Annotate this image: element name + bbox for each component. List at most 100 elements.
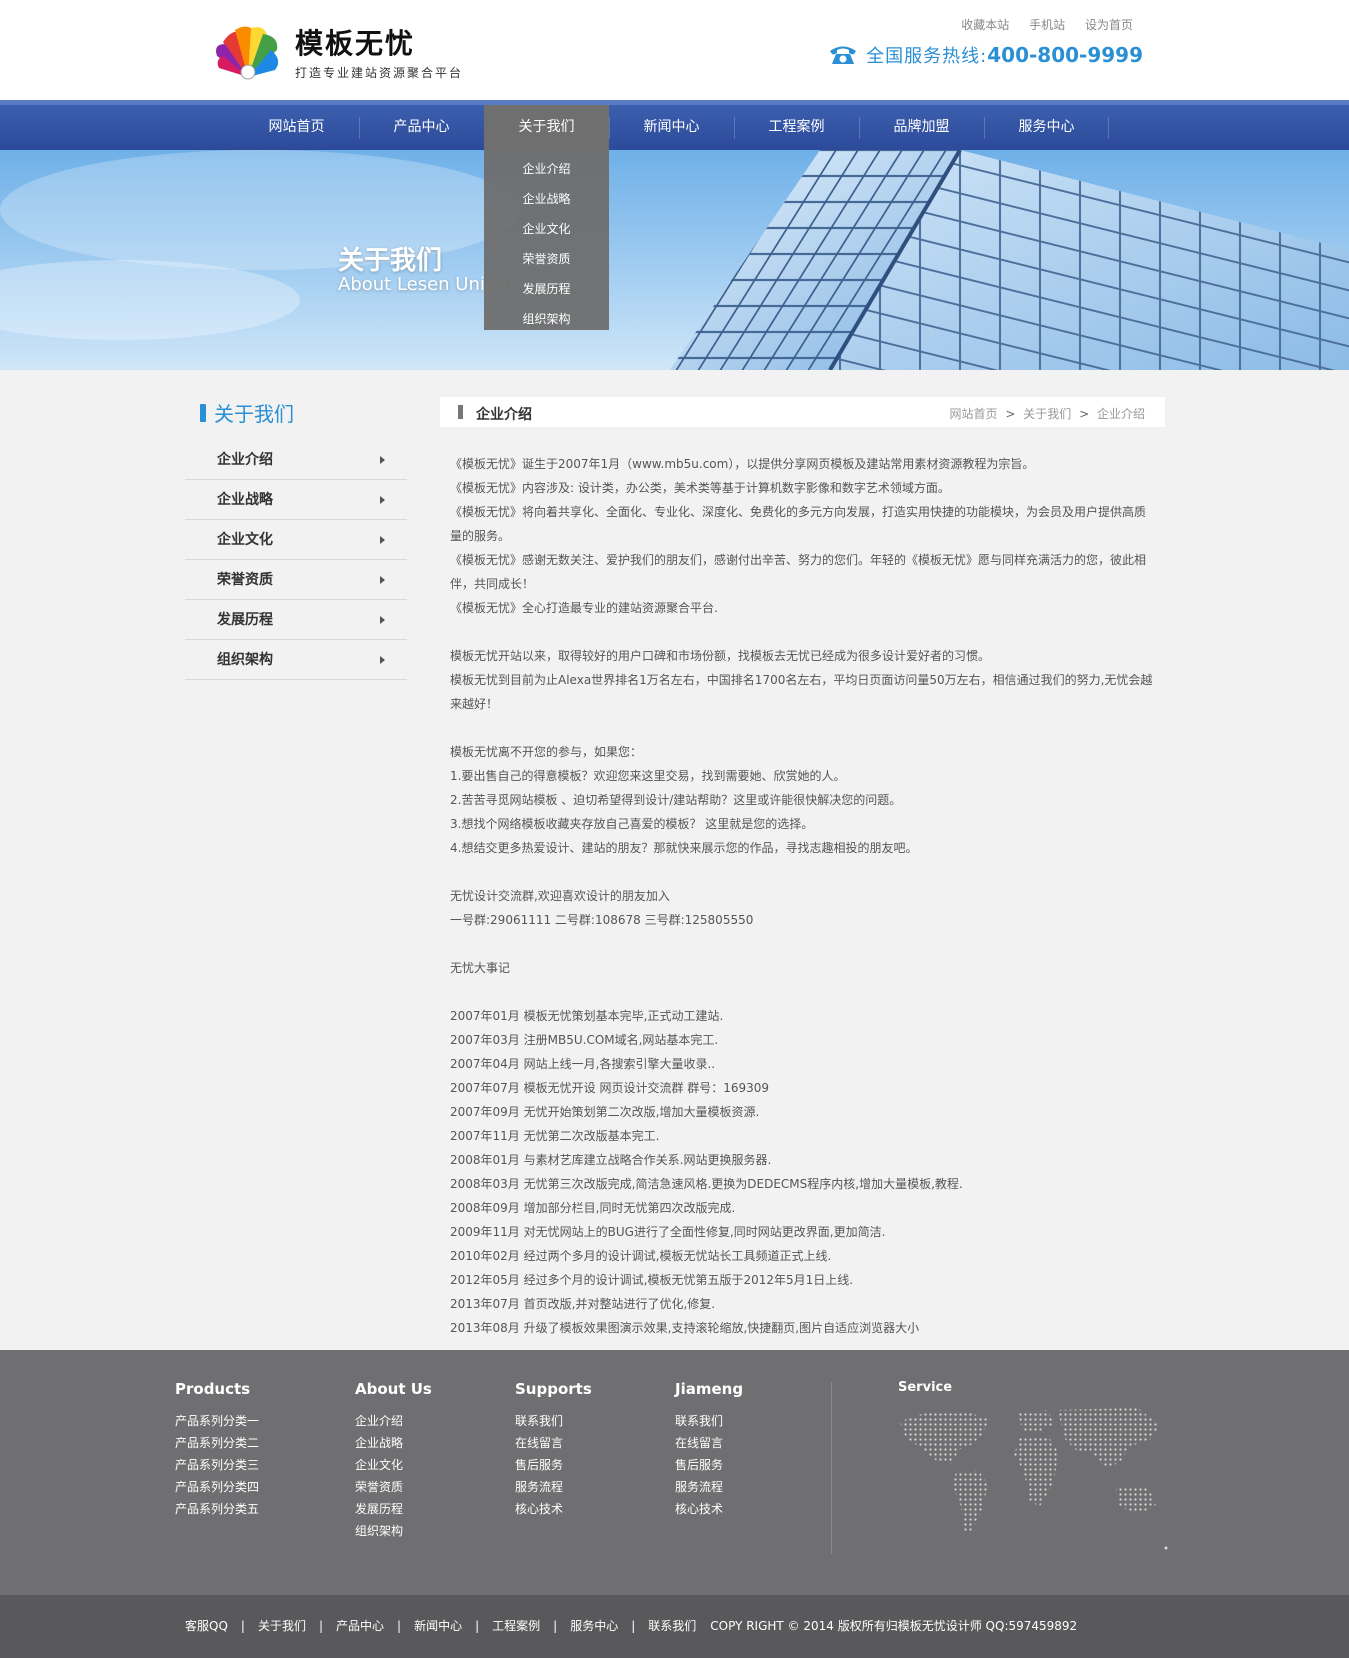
arrow-right-icon [380, 576, 385, 584]
article-paragraph: 2007年07月 模板无忧开设 网页设计交流群 群号：169309 [450, 1081, 770, 1095]
top-link-bookmark[interactable]: 收藏本站 [961, 18, 1009, 32]
footer-link[interactable]: 产品系列分类二 [175, 1432, 259, 1454]
article-paragraph: 2008年03月 无忧第三次改版完成,简洁急速风格.更换为DEDECMS程序内核… [450, 1177, 963, 1191]
bottom-link-qq[interactable]: 客服QQ [185, 1619, 228, 1633]
footer-link[interactable]: 在线留言 [515, 1432, 592, 1454]
article-paragraph: 3.想找个网络模板收藏夹存放自己喜爱的模板？ 这里就是您的选择。 [450, 817, 814, 831]
footer-link[interactable]: 荣誉资质 [355, 1476, 432, 1498]
footer-link[interactable]: 联系我们 [675, 1410, 743, 1432]
footer-divider [831, 1382, 832, 1554]
sidebar-item-history[interactable]: 发展历程 [185, 600, 407, 640]
footer-link[interactable]: 组织架构 [355, 1520, 432, 1542]
sidebar-item-label: 发展历程 [217, 612, 273, 628]
footer-col-about: About Us 企业介绍 企业战略 企业文化 荣誉资质 发展历程 组织架构 [355, 1380, 432, 1542]
footer-link[interactable]: 产品系列分类一 [175, 1410, 259, 1432]
sidebar-title-text: 关于我们 [214, 402, 294, 426]
footer-link[interactable]: 联系我们 [515, 1410, 592, 1432]
article-paragraph: 无忧大事记 [450, 961, 511, 975]
top-link-set-home[interactable]: 设为首页 [1085, 18, 1133, 32]
footer-link[interactable]: 服务流程 [675, 1476, 743, 1498]
world-map-icon [900, 1408, 1168, 1550]
footer-link[interactable]: 企业战略 [355, 1432, 432, 1454]
breadcrumb-home[interactable]: 网站首页 [950, 407, 998, 421]
footer-link[interactable]: 售后服务 [515, 1454, 592, 1476]
bottom-link-contact[interactable]: 联系我们 [648, 1619, 696, 1633]
top-links: 收藏本站 手机站 设为首页 [945, 16, 1133, 33]
nav-news[interactable]: 新闻中心 [609, 105, 734, 150]
bottom-link-service[interactable]: 服务中心 [570, 1619, 618, 1633]
article-paragraph: 2.苦苦寻觅网站模板 、迫切希望得到设计/建站帮助？这里或许能很快解决您的问题。 [450, 793, 902, 807]
article-paragraph: 模板无忧开站以来，取得较好的用户口碑和市场份额，找模板去无忧已经成为很多设计爱好… [450, 649, 991, 663]
footer-link[interactable]: 产品系列分类五 [175, 1498, 259, 1520]
article-paragraph: 2007年11月 无忧第二次改版基本完工. [450, 1129, 660, 1143]
footer-link[interactable]: 售后服务 [675, 1454, 743, 1476]
logo-title: 模板无忧 [295, 27, 416, 60]
sidebar-item-intro[interactable]: 企业介绍 [185, 440, 407, 480]
article-paragraph: 《模板无忧》全心打造最专业的建站资源聚合平台. [450, 601, 718, 615]
site-logo[interactable]: 模板无忧 打造专业建站资源聚合平台 [213, 22, 473, 86]
footer-col-title: Products [175, 1380, 251, 1398]
dropdown-item-intro[interactable]: 企业介绍 [484, 154, 609, 184]
nav-service[interactable]: 服务中心 [984, 105, 1109, 150]
nav-home[interactable]: 网站首页 [234, 105, 359, 150]
footer-link[interactable]: 服务流程 [515, 1476, 592, 1498]
breadcrumb-separator: > [1005, 407, 1016, 421]
dropdown-item-strategy[interactable]: 企业战略 [484, 184, 609, 214]
article-paragraph: 2007年09月 无忧开始策划第二次改版,增加大量模板资源. [450, 1105, 760, 1119]
breadcrumb-separator: > [1079, 407, 1090, 421]
peacock-logo-icon [216, 26, 279, 80]
dropdown-item-structure[interactable]: 组织架构 [484, 304, 609, 334]
article-paragraph: 2010年02月 经过两个多月的设计调试,模板无忧站长工具频道正式上线. [450, 1249, 832, 1263]
dropdown-item-culture[interactable]: 企业文化 [484, 214, 609, 244]
article-blank-line [450, 860, 1155, 884]
footer-link[interactable]: 产品系列分类四 [175, 1476, 259, 1498]
bottom-bar: 客服QQ | 关于我们 | 产品中心 | 新闻中心 | 工程案例 | 服务中心 | 联系我们 COPY R… [0, 1595, 1349, 1658]
footer-link[interactable]: 核心技术 [675, 1498, 743, 1520]
arrow-right-icon [380, 456, 385, 464]
sidebar-item-strategy[interactable]: 企业战略 [185, 480, 407, 520]
nav-franchise[interactable]: 品牌加盟 [859, 105, 984, 150]
sidebar-item-label: 企业介绍 [217, 452, 273, 468]
article-paragraph: 2013年07月 首页改版,并对整站进行了优化,修复. [450, 1297, 716, 1311]
article-paragraph: 2013年08月 升级了模板效果图演示效果,支持滚轮缩放,快捷翻页,图片自适应浏… [450, 1321, 920, 1335]
dropdown-item-honors[interactable]: 荣誉资质 [484, 244, 609, 274]
bottom-link-about[interactable]: 关于我们 [258, 1619, 306, 1633]
breadcrumb-about[interactable]: 关于我们 [1023, 407, 1071, 421]
bottom-link-news[interactable]: 新闻中心 [414, 1619, 462, 1633]
sidebar-item-honors[interactable]: 荣誉资质 [185, 560, 407, 600]
bottom-link-products[interactable]: 产品中心 [336, 1619, 384, 1633]
banner-title: 关于我们 [338, 246, 443, 276]
bookmark-bar-icon [200, 403, 206, 422]
footer-link[interactable]: 产品系列分类三 [175, 1454, 259, 1476]
footer-col-title: Supports [515, 1380, 592, 1398]
footer-col-title: Jiameng [675, 1380, 744, 1398]
article-paragraph: 无忧设计交流群,欢迎喜欢设计的朋友加入 [450, 889, 670, 903]
footer-link[interactable]: 核心技术 [515, 1498, 592, 1520]
footer-link[interactable]: 企业介绍 [355, 1410, 432, 1432]
article-paragraph: 2007年03月 注册MB5U.COM域名,网站基本完工. [450, 1033, 719, 1047]
article-blank-line [450, 716, 1155, 740]
footer-col-jiameng: Jiameng 联系我们 在线留言 售后服务 服务流程 核心技术 [675, 1380, 743, 1520]
banner-subtitle: About Lesen Union [338, 274, 508, 295]
nav-cases[interactable]: 工程案例 [734, 105, 859, 150]
footer-service-title: Service [898, 1380, 953, 1395]
breadcrumb-current: 企业介绍 [1096, 407, 1145, 421]
sidebar-item-label: 荣誉资质 [217, 572, 273, 588]
footer-link[interactable]: 在线留言 [675, 1432, 743, 1454]
article-paragraph: 2008年01月 与素材艺库建立战略合作关系.网站更换服务器. [450, 1153, 772, 1167]
dropdown-item-history[interactable]: 发展历程 [484, 274, 609, 304]
sidebar-item-structure[interactable]: 组织架构 [185, 640, 407, 680]
footer-link[interactable]: 发展历程 [355, 1498, 432, 1520]
nav-products[interactable]: 产品中心 [359, 105, 484, 150]
nav-about[interactable]: 关于我们 [484, 105, 609, 150]
sidebar-item-label: 企业战略 [217, 492, 273, 508]
article-paragraph: 2009年11月 对无忧网站上的BUG进行了全面性修复,同时网站更改界面,更加简… [450, 1225, 886, 1239]
site-footer: Products 产品系列分类一 产品系列分类二 产品系列分类三 产品系列分类四… [0, 1350, 1349, 1595]
footer-link[interactable]: 企业文化 [355, 1454, 432, 1476]
article-paragraph: 《模板无忧》内容涉及: 设计类，办公类，美术类等基于计算机数字影像和数字艺术领域… [450, 481, 950, 495]
top-link-mobile[interactable]: 手机站 [1029, 18, 1065, 32]
phone-icon [830, 46, 857, 64]
bottom-link-cases[interactable]: 工程案例 [492, 1619, 540, 1633]
article-paragraph: 模板无忧到目前为止Alexa世界排名1万名左右，中国排名1700名左右，平均日页… [450, 673, 1153, 711]
sidebar-item-culture[interactable]: 企业文化 [185, 520, 407, 560]
